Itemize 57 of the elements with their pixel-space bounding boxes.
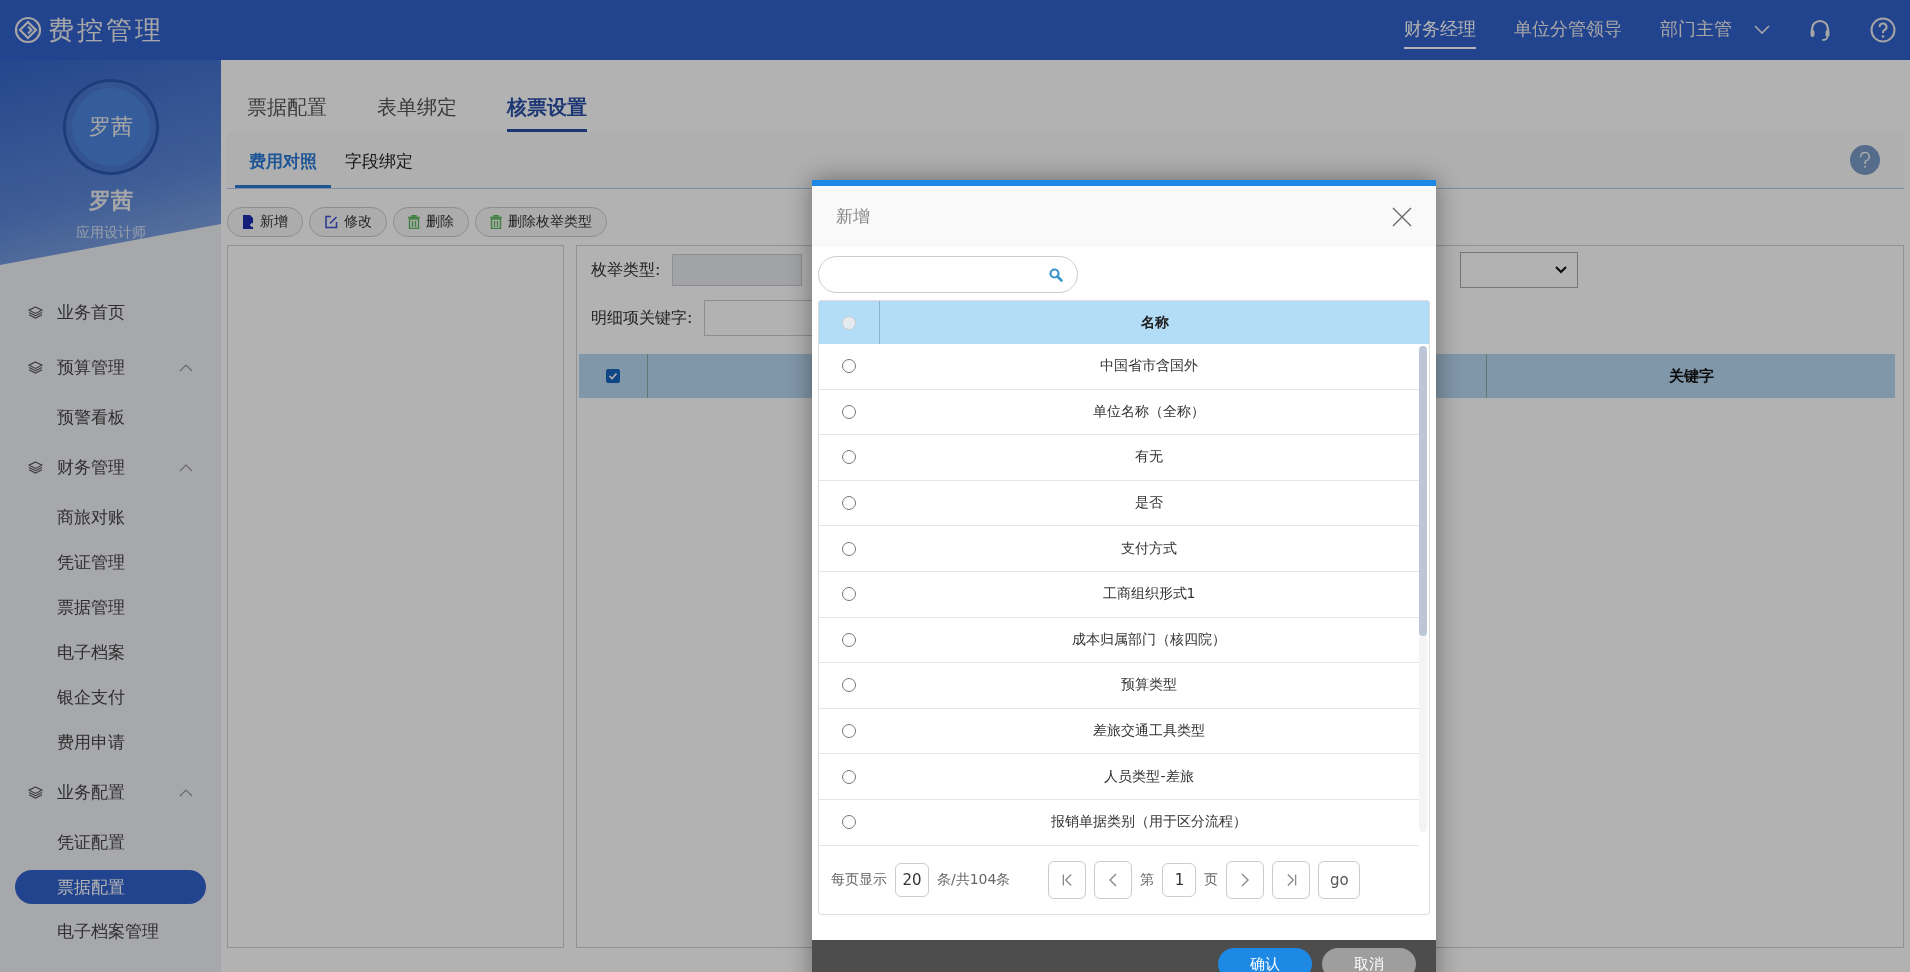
toolbar-button[interactable]: 删除枚举类型 bbox=[475, 207, 607, 237]
sidebar-item[interactable]: 凭证管理 bbox=[15, 540, 206, 585]
page-size-field[interactable]: 20 bbox=[895, 862, 929, 897]
app-title: 费控管理 bbox=[48, 13, 164, 47]
group-label: 业务首页 bbox=[57, 301, 125, 324]
tab[interactable]: 表单绑定 bbox=[377, 94, 457, 132]
sidebar-group[interactable]: 财务管理 bbox=[0, 440, 221, 495]
subtab[interactable]: 字段绑定 bbox=[331, 150, 427, 188]
page-size-label: 每页显示 bbox=[831, 870, 887, 889]
sidebar-item[interactable]: 商旅对账 bbox=[15, 495, 206, 540]
user-name: 罗茜 bbox=[88, 187, 133, 215]
role-tab[interactable]: 财务经理 bbox=[1404, 11, 1476, 49]
page-suffix: 页 bbox=[1204, 870, 1219, 889]
table-cell-text: 中国省市含国外 bbox=[1099, 357, 1199, 376]
toolbar-button[interactable]: 新增 bbox=[227, 207, 303, 237]
field-label: 枚举类型: bbox=[591, 259, 661, 281]
tab[interactable]: 票据配置 bbox=[247, 94, 327, 132]
sidebar-item[interactable]: 电子档案管理 bbox=[15, 909, 206, 954]
table-cell-text: 预算类型 bbox=[1120, 676, 1178, 695]
role-tab[interactable]: 单位分管领导 bbox=[1514, 11, 1622, 49]
group-label: 预算管理 bbox=[57, 356, 125, 379]
table-cell-text: 工商组织形式1 bbox=[1101, 585, 1197, 604]
sidebar-group[interactable]: 预算管理 bbox=[0, 340, 221, 395]
field-label: 明细项关键字: bbox=[591, 307, 693, 329]
sidebar-item[interactable]: 电子档案 bbox=[15, 630, 206, 675]
table-cell-text: 报销单据类别（用于区分流程） bbox=[1050, 813, 1248, 832]
sidebar-item[interactable]: 银企支付 bbox=[15, 675, 206, 720]
sidebar-item[interactable]: 费用申请 bbox=[15, 720, 206, 765]
group-label: 财务管理 bbox=[57, 456, 125, 479]
user-role: 应用设计师 bbox=[75, 224, 146, 242]
sidebar-item[interactable]: 票据配置 bbox=[15, 870, 206, 904]
total-label: 条/共104条 bbox=[937, 870, 1011, 889]
avatar: 罗茜 bbox=[65, 82, 156, 172]
subtab[interactable]: 费用对照 bbox=[235, 150, 331, 188]
toolbar-button[interactable]: 修改 bbox=[309, 207, 387, 237]
table-cell-text: 支付方式 bbox=[1120, 539, 1178, 558]
role-tab[interactable]: 部门主管 bbox=[1660, 11, 1732, 49]
toolbar-button[interactable]: 删除 bbox=[393, 207, 469, 237]
sidebar-item[interactable]: 预警看板 bbox=[15, 395, 206, 440]
table-cell-text: 单位名称（全称） bbox=[1092, 402, 1206, 421]
table-cell-text: 差旅交通工具类型 bbox=[1092, 722, 1206, 741]
go-button[interactable]: go bbox=[1318, 860, 1361, 899]
sidebar-group[interactable]: 业务首页 bbox=[0, 285, 221, 340]
dialog-title: 新增 bbox=[836, 205, 870, 228]
sidebar-item[interactable]: 票据管理 bbox=[15, 585, 206, 630]
sidebar-item[interactable]: 凭证配置 bbox=[15, 820, 206, 865]
confirm-button[interactable]: 确认 bbox=[1218, 948, 1312, 972]
table-cell-text: 是否 bbox=[1134, 494, 1164, 513]
column-header: 关键字 bbox=[1667, 366, 1715, 386]
table-cell-text: 人员类型-差旅 bbox=[1103, 767, 1195, 786]
group-label: 业务配置 bbox=[57, 781, 125, 804]
sidebar-group[interactable]: 业务配置 bbox=[0, 765, 221, 820]
page-prefix: 第 bbox=[1140, 870, 1155, 889]
table-cell-text: 有无 bbox=[1134, 448, 1164, 467]
page-number-field[interactable]: 1 bbox=[1162, 862, 1197, 897]
column-header: 名称 bbox=[1139, 313, 1170, 332]
table-cell-text: 成本归属部门（核四院） bbox=[1071, 630, 1227, 649]
